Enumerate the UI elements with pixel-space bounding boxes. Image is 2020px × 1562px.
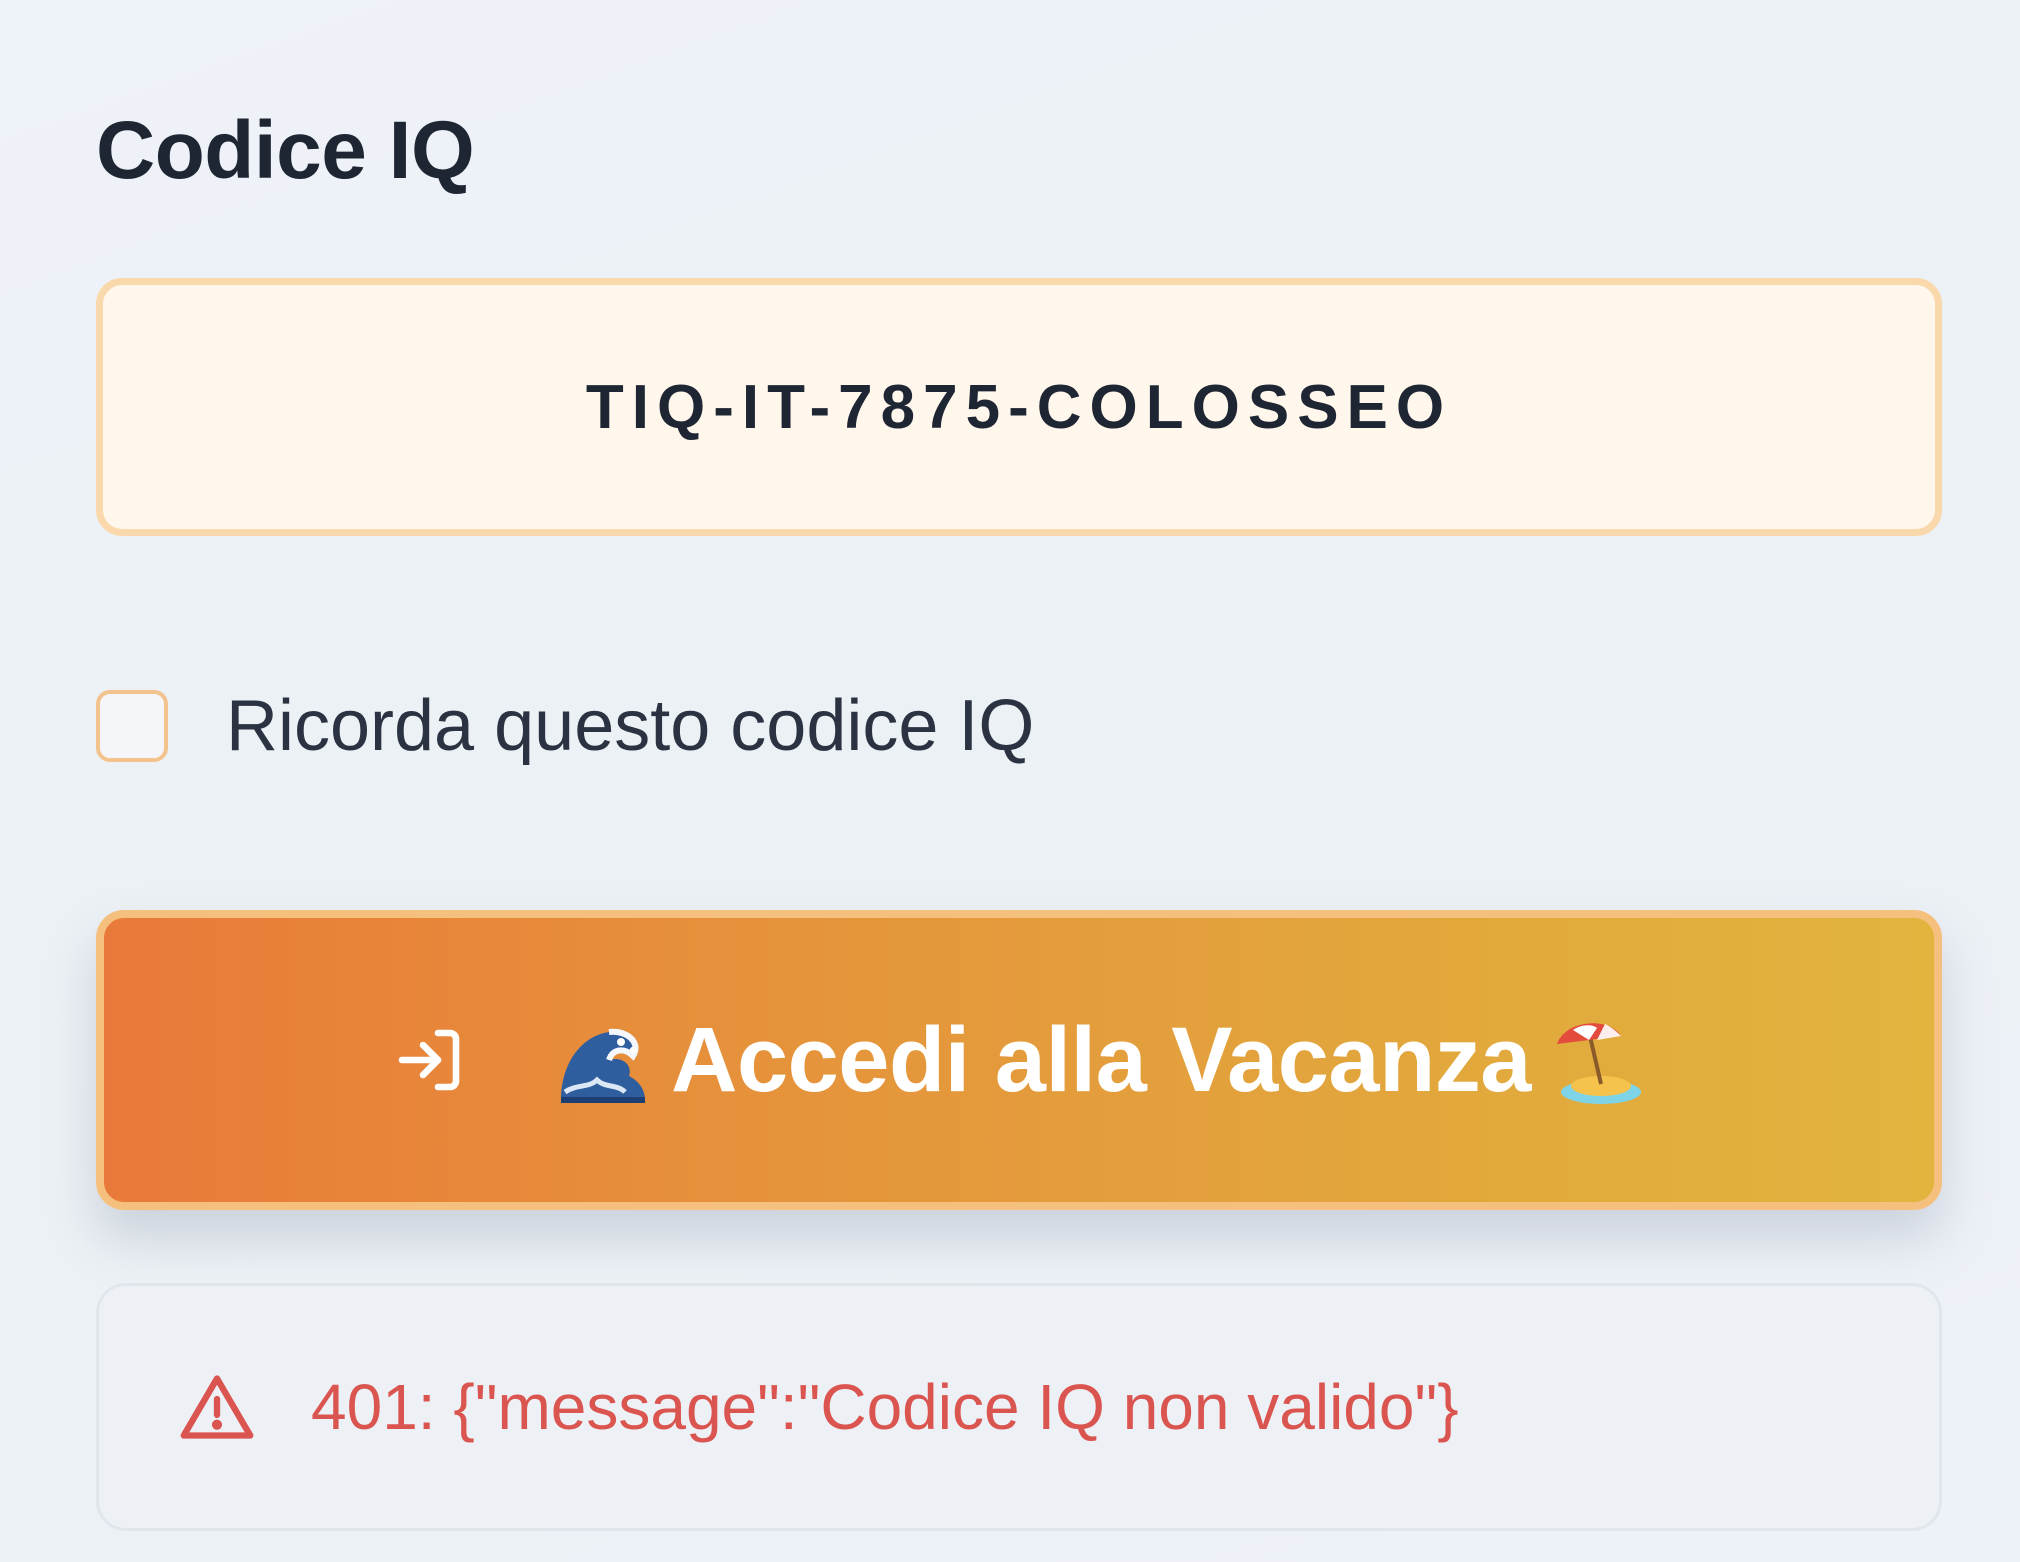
beach-umbrella-emoji xyxy=(1556,1023,1641,1104)
iq-code-input[interactable] xyxy=(96,278,1942,536)
error-alert: 401: {"message":"Codice IQ non valido"} xyxy=(96,1283,1942,1531)
remember-code-label[interactable]: Ricorda questo codice IQ xyxy=(226,690,1034,762)
remember-code-checkbox[interactable] xyxy=(96,690,168,762)
login-icon xyxy=(398,1029,460,1091)
remember-code-row[interactable]: Ricorda questo codice IQ xyxy=(96,688,1034,764)
access-vacation-label: Accedi alla Vacanza xyxy=(671,1009,1531,1111)
access-vacation-button[interactable]: Accedi alla Vacanza xyxy=(96,910,1942,1210)
code-field-label: Codice IQ xyxy=(96,105,475,196)
wave-emoji xyxy=(561,1028,646,1103)
error-message: 401: {"message":"Codice IQ non valido"} xyxy=(311,1371,1459,1443)
warning-icon xyxy=(180,1375,254,1439)
